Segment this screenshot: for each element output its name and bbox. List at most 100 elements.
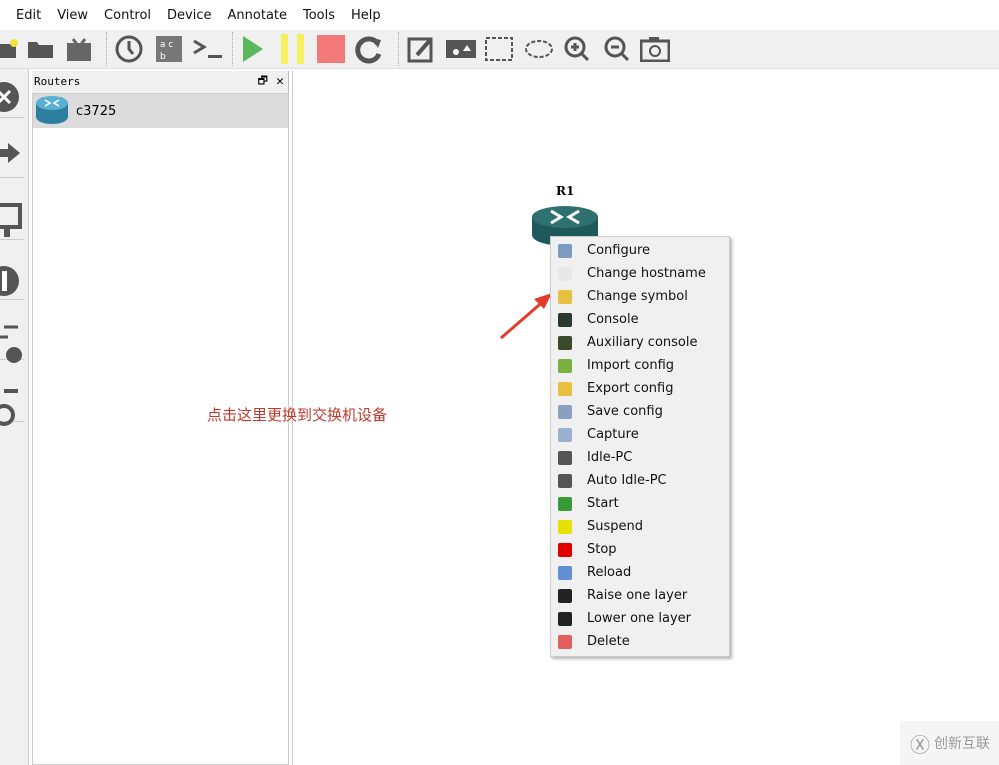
- menu-item-label: Configure: [587, 243, 651, 258]
- save-project-icon[interactable]: [64, 34, 94, 64]
- menu-item-label: Raise one layer: [587, 588, 688, 603]
- show-interface-labels-icon[interactable]: a c b: [154, 34, 184, 64]
- clock-icon[interactable]: [114, 34, 144, 64]
- lower-layer-icon: [558, 611, 572, 626]
- calculator-icon: [558, 473, 572, 488]
- stop-icon: [558, 542, 572, 557]
- menu-item-label: Lower one layer: [587, 611, 692, 626]
- menubar: Edit View Control Device Annotate Tools …: [0, 0, 999, 30]
- play-icon: [558, 496, 572, 511]
- menu-tools[interactable]: Tools: [295, 8, 343, 23]
- magnifier-icon: [558, 427, 572, 442]
- menu-item-configure[interactable]: Configure: [551, 239, 729, 262]
- security-devices-category-icon[interactable]: [0, 259, 24, 300]
- import-icon: [558, 358, 572, 373]
- menu-item-console[interactable]: Console: [551, 308, 729, 331]
- console-icon: [558, 312, 572, 327]
- symbol-icon: [558, 289, 572, 304]
- menu-item-label: Stop: [587, 542, 617, 557]
- menu-item-capture[interactable]: Capture: [551, 423, 729, 446]
- save-icon: [558, 404, 572, 419]
- zoom-in-icon[interactable]: [562, 34, 592, 64]
- menu-item-stop[interactable]: Stop: [551, 538, 729, 561]
- all-devices-category-icon[interactable]: [0, 319, 24, 363]
- menu-item-label: Reload: [587, 565, 632, 580]
- reload-all-icon[interactable]: [354, 34, 384, 64]
- menu-item-label: Delete: [587, 634, 630, 649]
- menu-item-lower-one-layer[interactable]: Lower one layer: [551, 607, 729, 630]
- menu-item-raise-one-layer[interactable]: Raise one layer: [551, 584, 729, 607]
- context-menu: Configure Change hostname Change symbol Con…: [550, 236, 730, 657]
- zoom-out-icon[interactable]: [602, 34, 632, 64]
- svg-text:b: b: [160, 52, 166, 62]
- menu-help[interactable]: Help: [343, 8, 389, 23]
- aux-console-icon: [558, 335, 572, 350]
- start-all-icon[interactable]: [238, 34, 268, 64]
- end-devices-category-icon[interactable]: [0, 199, 24, 240]
- menu-item-import-config[interactable]: Import config: [551, 354, 729, 377]
- menu-item-change-hostname[interactable]: Change hostname: [551, 262, 729, 285]
- export-icon: [558, 381, 572, 396]
- menu-item-auto-idle-pc[interactable]: Auto Idle-PC: [551, 469, 729, 492]
- menu-item-start[interactable]: Start: [551, 492, 729, 515]
- add-link-category-icon[interactable]: [0, 381, 24, 426]
- device-list: c3725: [32, 93, 289, 765]
- menu-item-delete[interactable]: Delete: [551, 630, 729, 653]
- close-panel-icon[interactable]: ✕: [276, 74, 284, 89]
- device-type-strip: [0, 69, 29, 765]
- red-arrow-annotation: [500, 293, 552, 340]
- menu-edit[interactable]: Edit: [0, 8, 49, 23]
- list-item[interactable]: c3725: [33, 94, 288, 128]
- menu-item-suspend[interactable]: Suspend: [551, 515, 729, 538]
- menu-item-label: Change hostname: [587, 266, 706, 281]
- device-name: c3725: [76, 103, 117, 119]
- device-label[interactable]: R1: [556, 184, 574, 198]
- console-all-icon[interactable]: [192, 34, 222, 64]
- menu-item-label: Import config: [587, 358, 675, 373]
- routers-category-icon[interactable]: [0, 77, 24, 118]
- watermark-logo: Ⓧ 创新互联: [900, 721, 999, 765]
- menu-item-idle-pc[interactable]: Idle-PC: [551, 446, 729, 469]
- screenshot-icon[interactable]: [640, 34, 670, 64]
- add-note-icon[interactable]: [406, 34, 436, 64]
- menu-view[interactable]: View: [49, 8, 96, 23]
- stop-all-icon[interactable]: [316, 34, 346, 64]
- menu-item-label: Start: [587, 496, 619, 511]
- insert-image-icon[interactable]: [446, 34, 476, 64]
- toolbar: a c b: [0, 30, 999, 69]
- delete-icon: [558, 634, 572, 649]
- draw-ellipse-icon[interactable]: [524, 34, 554, 64]
- annotation-text: 点击这里更换到交换机设备: [207, 406, 388, 424]
- draw-rectangle-icon[interactable]: [484, 34, 514, 64]
- calculator-icon: [558, 450, 572, 465]
- menu-item-label: Save config: [587, 404, 663, 419]
- menu-item-label: Auxiliary console: [587, 335, 698, 350]
- reload-icon: [558, 565, 572, 580]
- pause-icon: [558, 519, 572, 534]
- router-icon: [35, 93, 69, 129]
- wrench-icon: [558, 243, 572, 258]
- menu-item-label: Capture: [587, 427, 639, 442]
- menu-item-auxiliary-console[interactable]: Auxiliary console: [551, 331, 729, 354]
- open-folder-icon[interactable]: [26, 34, 56, 64]
- menu-item-change-symbol[interactable]: Change symbol: [551, 285, 729, 308]
- hostname-icon: [558, 266, 572, 281]
- raise-layer-icon: [558, 588, 572, 603]
- svg-text:a c: a c: [160, 40, 173, 50]
- menu-item-label: Auto Idle-PC: [587, 473, 667, 488]
- float-panel-icon[interactable]: 🗗: [258, 72, 268, 91]
- menu-item-label: Console: [587, 312, 639, 327]
- panel-title: Routers: [34, 74, 81, 88]
- new-project-icon[interactable]: [0, 34, 22, 64]
- menu-control[interactable]: Control: [96, 8, 159, 23]
- menu-item-label: Export config: [587, 381, 674, 396]
- menu-annotate[interactable]: Annotate: [220, 8, 295, 23]
- menu-item-reload[interactable]: Reload: [551, 561, 729, 584]
- watermark-text: 创新互联: [934, 736, 990, 752]
- menu-item-export-config[interactable]: Export config: [551, 377, 729, 400]
- menu-device[interactable]: Device: [159, 8, 219, 23]
- menu-item-save-config[interactable]: Save config: [551, 400, 729, 423]
- menu-item-label: Suspend: [587, 519, 644, 534]
- switches-category-icon[interactable]: [0, 137, 24, 178]
- suspend-all-icon[interactable]: [278, 34, 308, 64]
